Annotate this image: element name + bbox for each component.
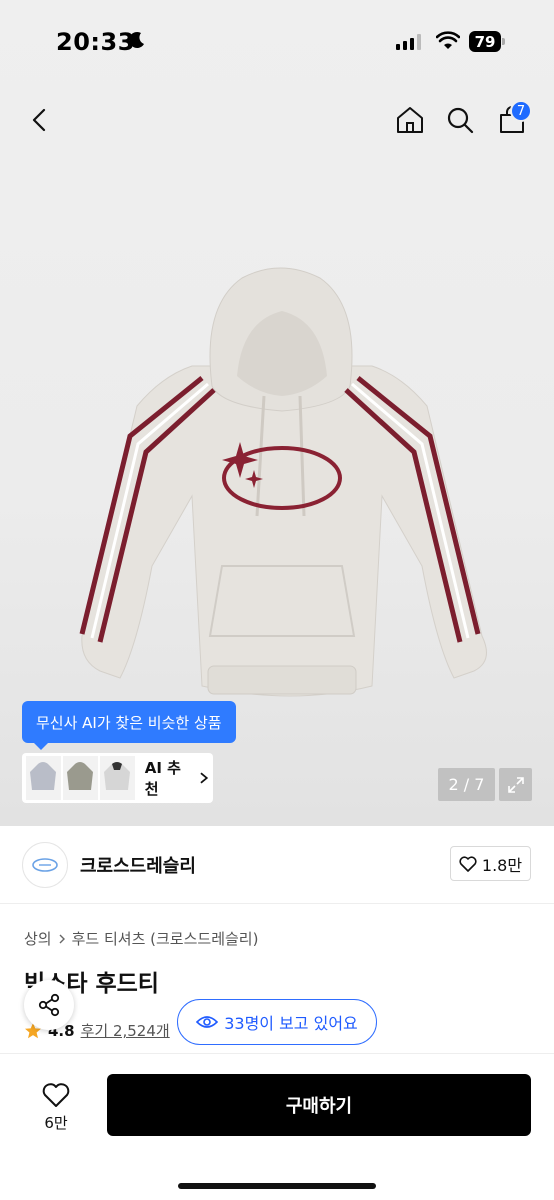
breadcrumb: 상의 후드 티셔츠 (크로스드레슬리) xyxy=(24,928,258,949)
expand-image-button[interactable] xyxy=(499,768,532,801)
share-icon xyxy=(38,993,60,1017)
cart-count-badge: 7 xyxy=(510,100,532,122)
ai-similar-tooltip: 무신사 AI가 찾은 비슷한 상품 xyxy=(22,701,236,750)
brand-logo xyxy=(22,842,68,888)
wifi-icon xyxy=(436,31,460,49)
wishlist-button[interactable]: 6만 xyxy=(24,1076,88,1138)
search-icon xyxy=(447,107,474,134)
expand-icon xyxy=(507,776,524,793)
eye-icon xyxy=(196,1016,219,1028)
ai-recommend-card[interactable]: AI 추천 xyxy=(22,753,213,803)
cart-button[interactable]: 7 xyxy=(490,96,534,144)
product-image xyxy=(79,267,487,697)
viewers-text: 33명이 보고 있어요 xyxy=(224,1014,358,1033)
brand-like-button[interactable]: 1.8만 xyxy=(450,846,531,881)
search-button[interactable] xyxy=(438,96,482,144)
battery-indicator: 79 xyxy=(469,31,505,52)
battery-level: 79 xyxy=(469,31,501,52)
ai-thumbnail xyxy=(26,756,61,800)
heart-icon xyxy=(42,1082,70,1107)
home-indicator xyxy=(178,1183,376,1189)
chevron-right-icon xyxy=(200,772,209,784)
back-button[interactable] xyxy=(18,96,62,144)
viewers-pill: 33명이 보고 있어요 xyxy=(177,999,377,1045)
brand-row[interactable]: 크로스드레슬리 1.8만 xyxy=(0,826,554,904)
wishlist-count: 6만 xyxy=(44,1113,68,1132)
brand-name[interactable]: 크로스드레슬리 xyxy=(80,852,196,878)
heart-icon xyxy=(459,855,477,872)
bottom-action-bar: 6만 구매하기 xyxy=(0,1053,554,1200)
home-button[interactable] xyxy=(388,96,432,144)
share-button[interactable] xyxy=(24,980,74,1030)
ai-recommend-label: AI 추천 xyxy=(144,759,181,798)
buy-button[interactable]: 구매하기 xyxy=(107,1074,531,1136)
signal-icon xyxy=(396,34,421,50)
breadcrumb-item[interactable]: 상의 xyxy=(24,928,52,949)
breadcrumb-item[interactable]: 후드 티셔츠 (크로스드레슬리) xyxy=(72,928,259,949)
home-icon xyxy=(397,107,423,133)
status-time: 20:33 xyxy=(56,28,135,56)
review-link[interactable]: 후기 2,524개 xyxy=(81,1020,170,1041)
brand-like-count: 1.8만 xyxy=(481,855,523,875)
image-page-indicator: 2 / 7 xyxy=(438,768,495,801)
battery-tip xyxy=(502,38,505,45)
ai-thumbnail xyxy=(62,756,98,800)
back-icon xyxy=(32,108,46,132)
top-nav: 7 xyxy=(0,96,554,144)
ai-thumbnail xyxy=(99,756,135,800)
moon-icon xyxy=(129,31,144,48)
status-bar: 20:33 79 xyxy=(0,0,554,84)
chevron-right-icon xyxy=(59,934,65,943)
